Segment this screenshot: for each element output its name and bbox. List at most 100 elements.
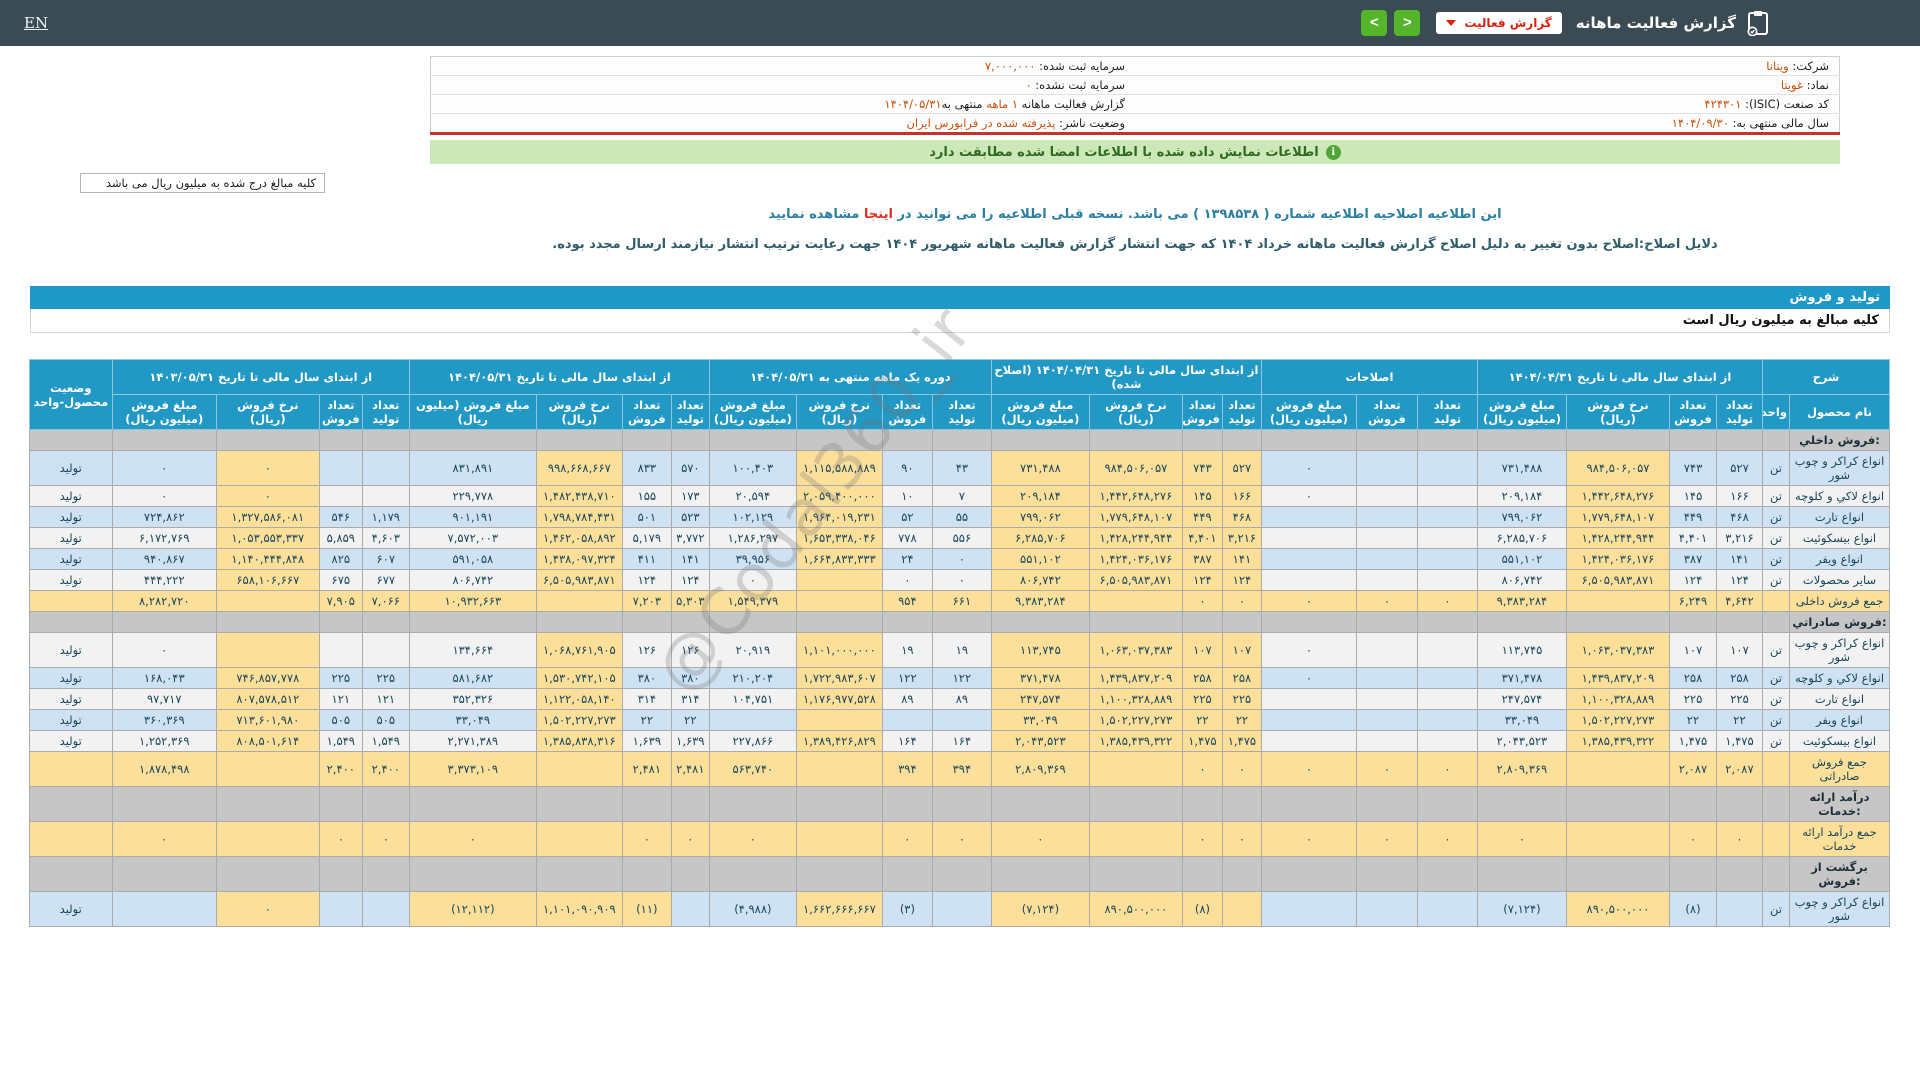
next-report-button[interactable]: > [1361, 10, 1388, 36]
info-value: ویتانا [1766, 59, 1789, 73]
product-name-cell: انواع لاکي و کلوچه [1789, 485, 1890, 507]
value-cell: ۵۴۶ [318, 506, 363, 528]
status-cell: تولید [28, 632, 113, 668]
report-type-dropdown[interactable]: گزارش فعالیت [1436, 12, 1562, 34]
value-cell [670, 611, 710, 633]
value-cell [881, 611, 933, 633]
value-cell [1416, 688, 1478, 710]
amendment-line1-prefix: این اطلاعیه اصلاحیه اطلاعیه شماره ( ۱۳۹۸… [892, 207, 1502, 222]
value-cell: ۳۹۴ [931, 751, 992, 787]
value-cell: ۲۲ [1221, 709, 1262, 731]
value-cell: ۱,۰۶۳,۰۳۷,۳۸۳ [1565, 632, 1670, 668]
value-cell: ۱,۴۷۵ [1181, 730, 1223, 752]
value-cell [881, 709, 933, 731]
column-header: مبلغ فروش (میلیون ریال) [408, 394, 537, 430]
top-navbar: گزارش فعالیت ماهانه گزارش فعالیت < > EN [0, 0, 1920, 46]
value-cell: ۱۶۴ [931, 730, 992, 752]
value-cell: ۰ [1476, 821, 1567, 857]
value-cell: ۷۷۸ [881, 527, 933, 549]
company-info-row: شرکت: ویتانا سرمایه ثبت شده: ۷,۰۰۰,۰۰۰ [431, 57, 1840, 76]
value-cell: ۲۱۰,۲۰۴ [708, 667, 797, 689]
product-name-cell: جمع فروش داخلی [1789, 590, 1890, 612]
value-cell: ۳۹۴ [881, 751, 933, 787]
value-cell [1416, 891, 1478, 927]
value-cell [215, 611, 320, 633]
value-cell: ۱,۴۳۸,۰۹۷,۳۲۴ [535, 548, 623, 570]
value-cell: ۲,۴۸۱ [670, 751, 710, 787]
value-cell: ۰ [1221, 821, 1262, 857]
previous-version-link[interactable]: اینجا [864, 207, 893, 222]
column-header: نرخ فروش (ریال) [795, 394, 883, 430]
value-cell [1416, 429, 1478, 451]
value-cell: ۲۵۸ [1221, 667, 1262, 689]
value-cell: ۱۹ [881, 632, 933, 668]
product-name-cell: انواع کراکر و چوب شور [1789, 632, 1890, 668]
value-cell: ۰ [215, 450, 320, 486]
total-row: جمع فروش داخلی ۴,۶۴۲ ۶,۲۴۹ ۹,۳۸۳,۲۸۴ ۰ ۰ ۰ ۰ ۰ ۹,… [28, 590, 1890, 612]
value-cell: (۸) [1668, 891, 1717, 927]
value-cell: ۸,۲۸۲,۷۲۰ [111, 590, 217, 612]
value-cell: ۱۴۵ [1181, 485, 1223, 507]
value-cell: ۱,۱۷۶,۹۷۷,۵۲۸ [795, 688, 883, 710]
value-cell: ۵۵۶ [931, 527, 992, 549]
value-cell: ۲,۸۰۹,۳۶۹ [990, 751, 1090, 787]
value-cell: ۱۴۵ [1668, 485, 1717, 507]
company-info-row: کد صنعت (ISIC): ۴۲۴۳۰۱ گزارش فعالیت ماهان… [430, 94, 1840, 114]
value-cell [1668, 786, 1717, 822]
group-header: از ابتدای سال مالی تا تاریخ ۱۴۰۴/۰۴/۳۱ [1476, 359, 1763, 395]
value-cell: ۱,۰۶۳,۰۳۷,۳۸۳ [1088, 632, 1183, 668]
value-cell: ۳۳,۰۴۹ [408, 709, 537, 731]
language-toggle-link[interactable]: EN [24, 14, 48, 32]
value-cell [1355, 786, 1418, 822]
value-cell [1221, 429, 1262, 451]
value-cell: ۹۰ [881, 450, 933, 486]
value-cell [931, 891, 992, 927]
value-cell [1565, 429, 1670, 451]
status-cell: تولید [28, 688, 113, 710]
value-cell [1565, 590, 1670, 612]
page-title: گزارش فعالیت ماهانه [1575, 14, 1736, 32]
value-cell: ۱,۴۷۵ [1668, 730, 1717, 752]
value-cell [1260, 786, 1357, 822]
value-cell: ۳۸۷ [1668, 548, 1717, 570]
value-cell: ۷,۲۰۳ [621, 590, 672, 612]
table-row: انواع تارت تن ۴۶۸ ۴۴۹ ۱,۷۷۹,۶۴۸,۱۰۷ ۷۹۹,۰۶۲ ۴۶… [28, 506, 1890, 528]
value-cell [1260, 891, 1357, 927]
value-cell [708, 429, 797, 451]
value-cell: ۰ [1260, 632, 1357, 668]
value-cell: ۱,۶۶۴,۸۳۳,۳۳۳ [795, 548, 883, 570]
value-cell: ۳۱۴ [621, 688, 672, 710]
product-name-cell: انواع بیسکوئیت [1789, 527, 1890, 549]
value-cell: ۹۸۴,۵۰۶,۰۵۷ [1088, 450, 1183, 486]
value-cell: ۱۶۶ [1221, 485, 1262, 507]
value-cell: ۱,۷۷۹,۶۴۸,۱۰۷ [1088, 506, 1183, 528]
total-row: جمع درآمد ارائه خدمات ۰ ۰ ۰ ۰ ۰ ۰ ۰ ۰ ۰ ۰ ۰ ۰ ۰ ۰ ۰ ۰ ۰ ۰ [28, 821, 1890, 857]
table-row: انواع لاکي و کلوچه تن ۲۵۸ ۲۵۸ ۱,۴۳۹,۸۳۷,۲۰۹ ۳… [28, 667, 1890, 689]
value-cell: ۰ [990, 821, 1090, 857]
prev-report-button[interactable]: < [1394, 10, 1421, 36]
column-header: نام محصول [1789, 394, 1890, 430]
value-cell: ۵۵۱,۱۰۲ [1476, 548, 1567, 570]
value-cell [1088, 429, 1183, 451]
value-cell: ۰ [111, 821, 217, 857]
value-cell [931, 611, 992, 633]
value-cell: ۱,۴۴۲,۶۴۸,۲۷۶ [1088, 485, 1183, 507]
value-cell: ۸۹۰,۵۰۰,۰۰۰ [1565, 891, 1670, 927]
value-cell: (۳) [881, 891, 933, 927]
info-value: ۷,۰۰۰,۰۰۰ [984, 59, 1036, 73]
value-cell: ۱,۳۸۵,۴۳۹,۳۲۲ [1565, 730, 1670, 752]
value-cell: ۳,۳۷۳,۱۰۹ [408, 751, 537, 787]
value-cell: ۱,۴۲۸,۲۴۴,۹۴۴ [1088, 527, 1183, 549]
info-label: گزارش فعالیت ماهانه [1018, 97, 1125, 111]
value-cell: ۸۰۸,۵۰۱,۶۱۴ [215, 730, 320, 752]
value-cell [1355, 611, 1418, 633]
value-cell [535, 786, 623, 822]
value-cell: ۹۹۸,۶۶۸,۶۶۷ [535, 450, 623, 486]
value-cell: ۲۲ [1181, 709, 1223, 731]
column-header: واحد [1761, 394, 1791, 430]
value-cell [408, 611, 537, 633]
product-name-cell: انواع کراکر و چوب شور [1789, 891, 1890, 927]
value-cell: تن [1761, 506, 1791, 528]
value-cell [990, 856, 1090, 892]
table-unit-note: کلیه مبالغ به میلیون ریال است [30, 309, 1890, 333]
